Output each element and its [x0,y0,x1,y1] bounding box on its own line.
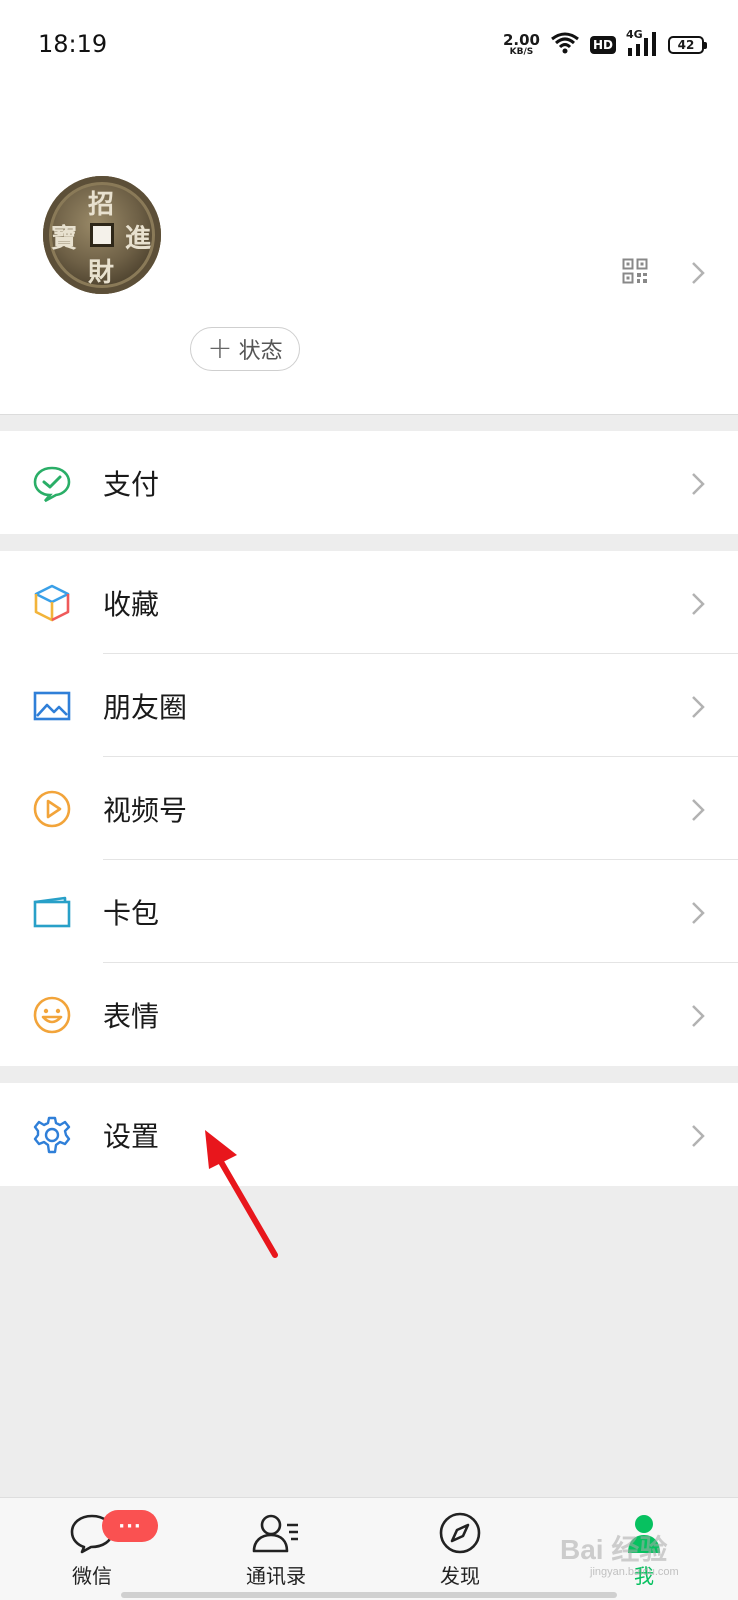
chevron-right-icon [690,797,706,827]
chevron-right-icon [690,1003,706,1033]
menu-item-channels[interactable]: 视频号 [0,757,738,860]
compass-icon [438,1510,482,1556]
chevron-right-icon [690,591,706,621]
favorites-cube-icon [32,583,72,623]
avatar[interactable]: 招 進 財 寶 [43,176,161,294]
menu-label-cards: 卡包 [103,896,160,930]
contacts-icon [251,1510,301,1556]
avatar-glyph-top: 招 [88,190,115,220]
avatar-glyph-left: 寶 [51,224,78,254]
tab-label-chats: 微信 [72,1564,112,1588]
wifi-icon [550,31,580,59]
coin-hole [90,223,114,247]
menu-label-favorites: 收藏 [103,587,160,621]
menu-label-pay: 支付 [103,467,160,501]
status-bar: 18:19 2.00 KB/S HD 4G 42 [0,0,738,90]
menu-label-moments: 朋友圈 [103,690,188,724]
unread-badge: ··· [102,1510,158,1542]
chevron-right-icon [690,1123,706,1153]
avatar-glyph-bottom: 財 [88,258,115,288]
status-indicators: 2.00 KB/S HD 4G 42 [503,28,707,60]
chevron-right-icon [690,694,706,724]
signal-icon: 4G [626,28,658,58]
play-icon [32,789,72,829]
chevron-right-icon [690,900,706,930]
menu-group-main: 收藏 朋友圈 视频号 卡包 表情 [0,551,738,1066]
hd-badge: HD [589,36,616,54]
add-status-button[interactable]: + 状态 [190,327,300,371]
profile-header[interactable]: 招 進 財 寶 + 状态 [0,90,738,415]
home-indicator [121,1592,617,1598]
qr-code-icon[interactable] [622,258,648,288]
card-wallet-icon [32,892,72,932]
chevron-right-icon [690,471,706,501]
network-speed-value: 2.00 [502,31,540,49]
menu-label-stickers: 表情 [103,999,160,1033]
image-icon [32,686,72,726]
wallet-pay-icon [32,463,72,503]
tab-label-discover: 发现 [440,1564,480,1588]
tab-chats[interactable]: 微信 ··· [0,1498,184,1600]
gear-icon [32,1115,72,1155]
battery-icon: 42 [668,36,707,54]
status-button-label: 状态 [238,339,283,364]
menu-label-settings: 设置 [103,1119,160,1153]
network-speed: 2.00 KB/S [503,33,540,57]
chevron-right-icon [690,260,706,290]
menu-item-favorites[interactable]: 收藏 [0,551,738,654]
menu-group-settings: 设置 [0,1083,738,1186]
menu-item-pay[interactable]: 支付 [0,431,738,534]
tab-contacts[interactable]: 通讯录 [184,1498,368,1600]
smiley-icon [32,995,72,1035]
tab-discover[interactable]: 发现 [368,1498,552,1600]
annotation-arrow-icon [195,1125,285,1269]
status-time: 18:19 [38,30,108,58]
plus-icon: + [207,331,233,366]
network-speed-unit: KB/S [509,47,534,57]
tab-label-contacts: 通讯录 [246,1564,306,1588]
menu-item-moments[interactable]: 朋友圈 [0,654,738,757]
avatar-glyph-right: 進 [125,224,152,254]
menu-item-stickers[interactable]: 表情 [0,963,738,1066]
menu-group-pay: 支付 [0,431,738,534]
watermark-brand: Bai 经验 [560,1534,668,1565]
menu-label-channels: 视频号 [103,793,188,827]
watermark-url: jingyan.baidu.com [590,1566,679,1578]
menu-item-cards[interactable]: 卡包 [0,860,738,963]
menu-item-settings[interactable]: 设置 [0,1083,738,1186]
